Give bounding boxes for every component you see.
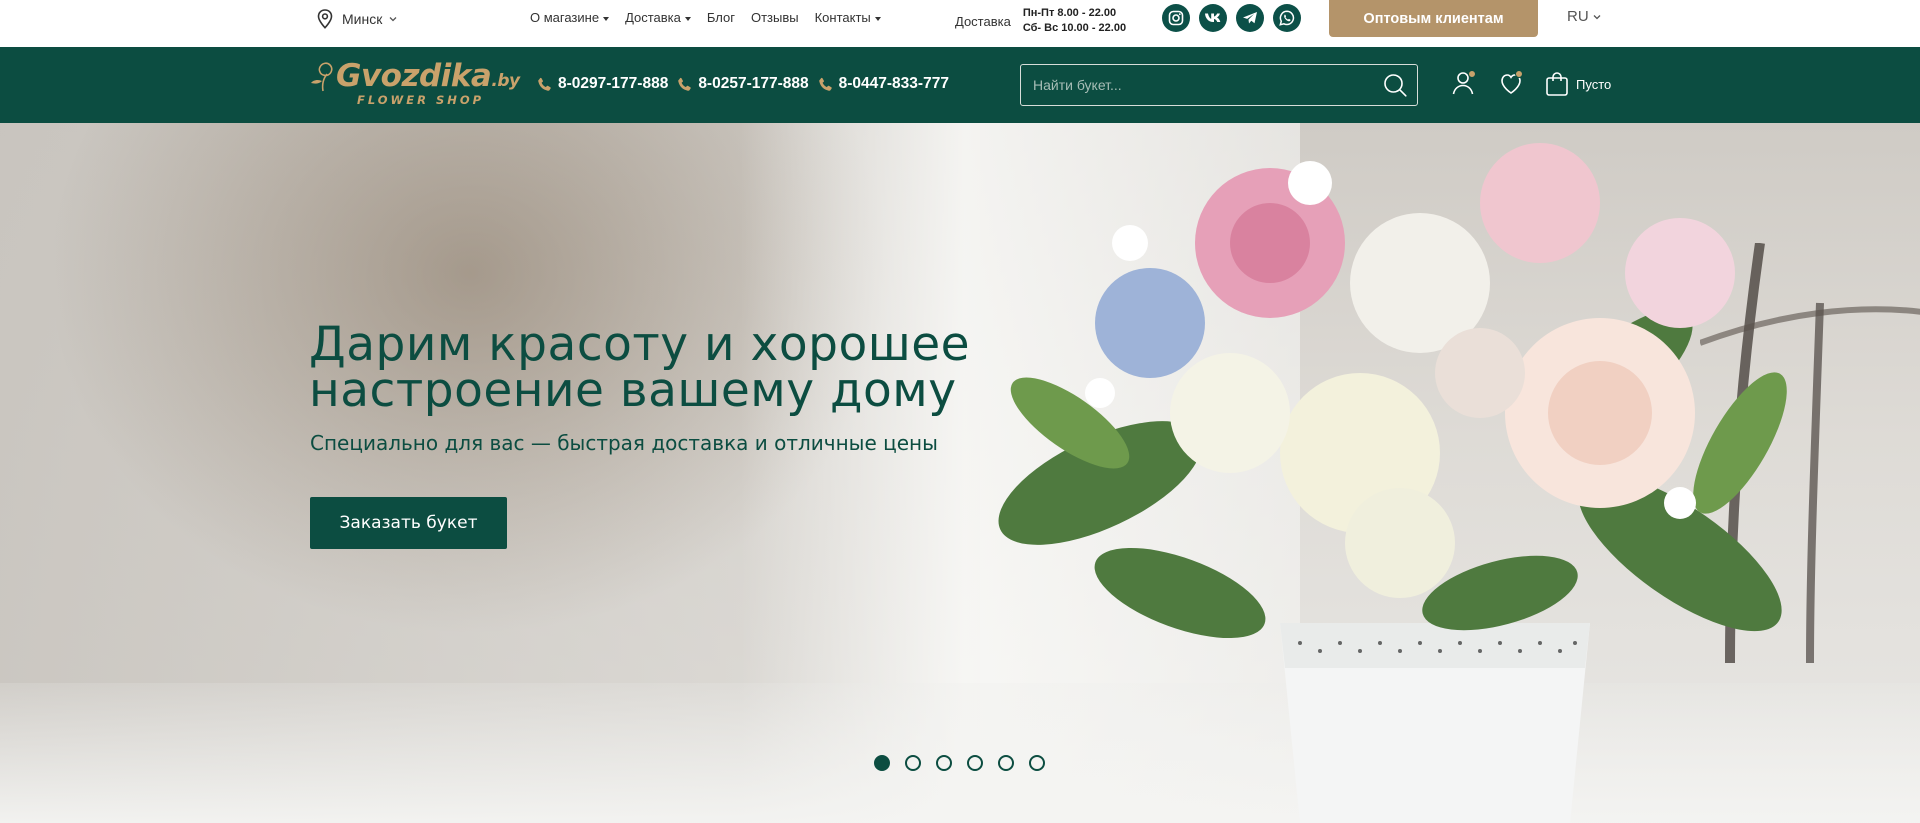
whatsapp-icon[interactable]: [1273, 4, 1301, 32]
nav-delivery[interactable]: Доставка: [625, 10, 691, 25]
telegram-icon[interactable]: [1236, 4, 1264, 32]
instagram-icon[interactable]: [1162, 4, 1190, 32]
phone-number: 8-0257-177-888: [698, 75, 809, 92]
chevron-down-icon: [1593, 14, 1601, 19]
vk-icon[interactable]: [1199, 4, 1227, 32]
slide-dot-4[interactable]: [967, 755, 983, 771]
order-bouquet-button[interactable]: Заказать букет: [310, 497, 507, 549]
hero-title: Дарим красоту и хорошее настроение вашем…: [309, 321, 970, 414]
caret-down-icon: [874, 16, 881, 21]
phone-icon: [538, 77, 551, 91]
phone-icon: [678, 77, 692, 91]
delivery-label: Доставка: [955, 13, 1011, 29]
city-selector[interactable]: Минск: [316, 8, 398, 30]
nav-reviews[interactable]: Отзывы: [751, 10, 799, 25]
phone-2[interactable]: 8-0257-177-888: [677, 75, 809, 93]
hero-subtitle: Специально для вас — быстрая доставка и …: [310, 431, 938, 455]
hours-weekend: Сб- Вс 10.00 - 22.00: [1022, 22, 1127, 34]
slide-dot-6[interactable]: [1029, 755, 1045, 771]
city-label: Минск: [342, 11, 383, 27]
top-navigation: О магазине Доставка Блог Отзывы Контакты: [530, 10, 881, 25]
phone-list: 8-0297-177-888 8-0257-177-888 8-0447-833…: [537, 75, 949, 93]
nav-blog[interactable]: Блог: [707, 10, 735, 25]
search-input[interactable]: [1021, 65, 1373, 105]
location-pin-icon: [317, 9, 333, 29]
slide-dot-2[interactable]: [905, 755, 921, 771]
cart-button[interactable]: Пусто: [1545, 71, 1611, 97]
flower-bouquet-image: [998, 143, 1787, 823]
language-label: RU: [1567, 8, 1589, 25]
logo[interactable]: Gvozdika.by FLOWER SHOP: [310, 59, 520, 109]
social-links: [1162, 4, 1301, 32]
wholesale-button[interactable]: Оптовым клиентам: [1329, 0, 1538, 37]
phone-1[interactable]: 8-0297-177-888: [537, 75, 668, 93]
delivery-hours: Доставка Пн-Пт 8.00 - 22.00 Сб- Вс 10.00…: [955, 6, 1126, 36]
caret-down-icon: [684, 16, 691, 21]
main-header: Gvozdika.by FLOWER SHOP 8-0297-177-888 8…: [0, 47, 1920, 123]
working-hours: Пн-Пт 8.00 - 22.00 Сб- Вс 10.00 - 22.00: [1023, 6, 1126, 36]
language-selector[interactable]: RU: [1567, 8, 1602, 25]
slider-pagination: [874, 755, 1045, 771]
phone-icon: [818, 77, 832, 91]
phone-3[interactable]: 8-0447-833-777: [818, 75, 949, 93]
slide-dot-1[interactable]: [874, 755, 890, 771]
hero-title-line-2: настроение вашему дому: [309, 363, 957, 418]
logo-tagline: FLOWER SHOP: [357, 93, 485, 107]
cart-status: Пусто: [1576, 76, 1612, 92]
nav-contacts[interactable]: Контакты: [815, 10, 881, 25]
slide-dot-5[interactable]: [998, 755, 1014, 771]
slide-dot-3[interactable]: [936, 755, 952, 771]
shopping-bag-icon: [1546, 72, 1568, 96]
search-icon: [1384, 74, 1407, 97]
phone-number: 8-0297-177-888: [558, 75, 669, 92]
favorites-button[interactable]: [1496, 68, 1526, 98]
nav-about[interactable]: О магазине: [530, 10, 610, 25]
account-button[interactable]: [1448, 68, 1478, 98]
notification-dot: [1468, 70, 1476, 78]
hero-slider: Дарим красоту и хорошее настроение вашем…: [0, 123, 1920, 823]
search-button[interactable]: [1373, 65, 1417, 105]
search-box: [1020, 64, 1418, 106]
caret-down-icon: [603, 16, 610, 21]
top-bar: Минск О магазине Доставка Блог Отзывы Ко…: [0, 0, 1920, 47]
phone-number: 8-0447-833-777: [838, 75, 949, 92]
chevron-down-icon: [389, 17, 397, 22]
notification-dot: [1515, 70, 1523, 78]
hours-weekdays: Пн-Пт 8.00 - 22.00: [1022, 7, 1117, 19]
